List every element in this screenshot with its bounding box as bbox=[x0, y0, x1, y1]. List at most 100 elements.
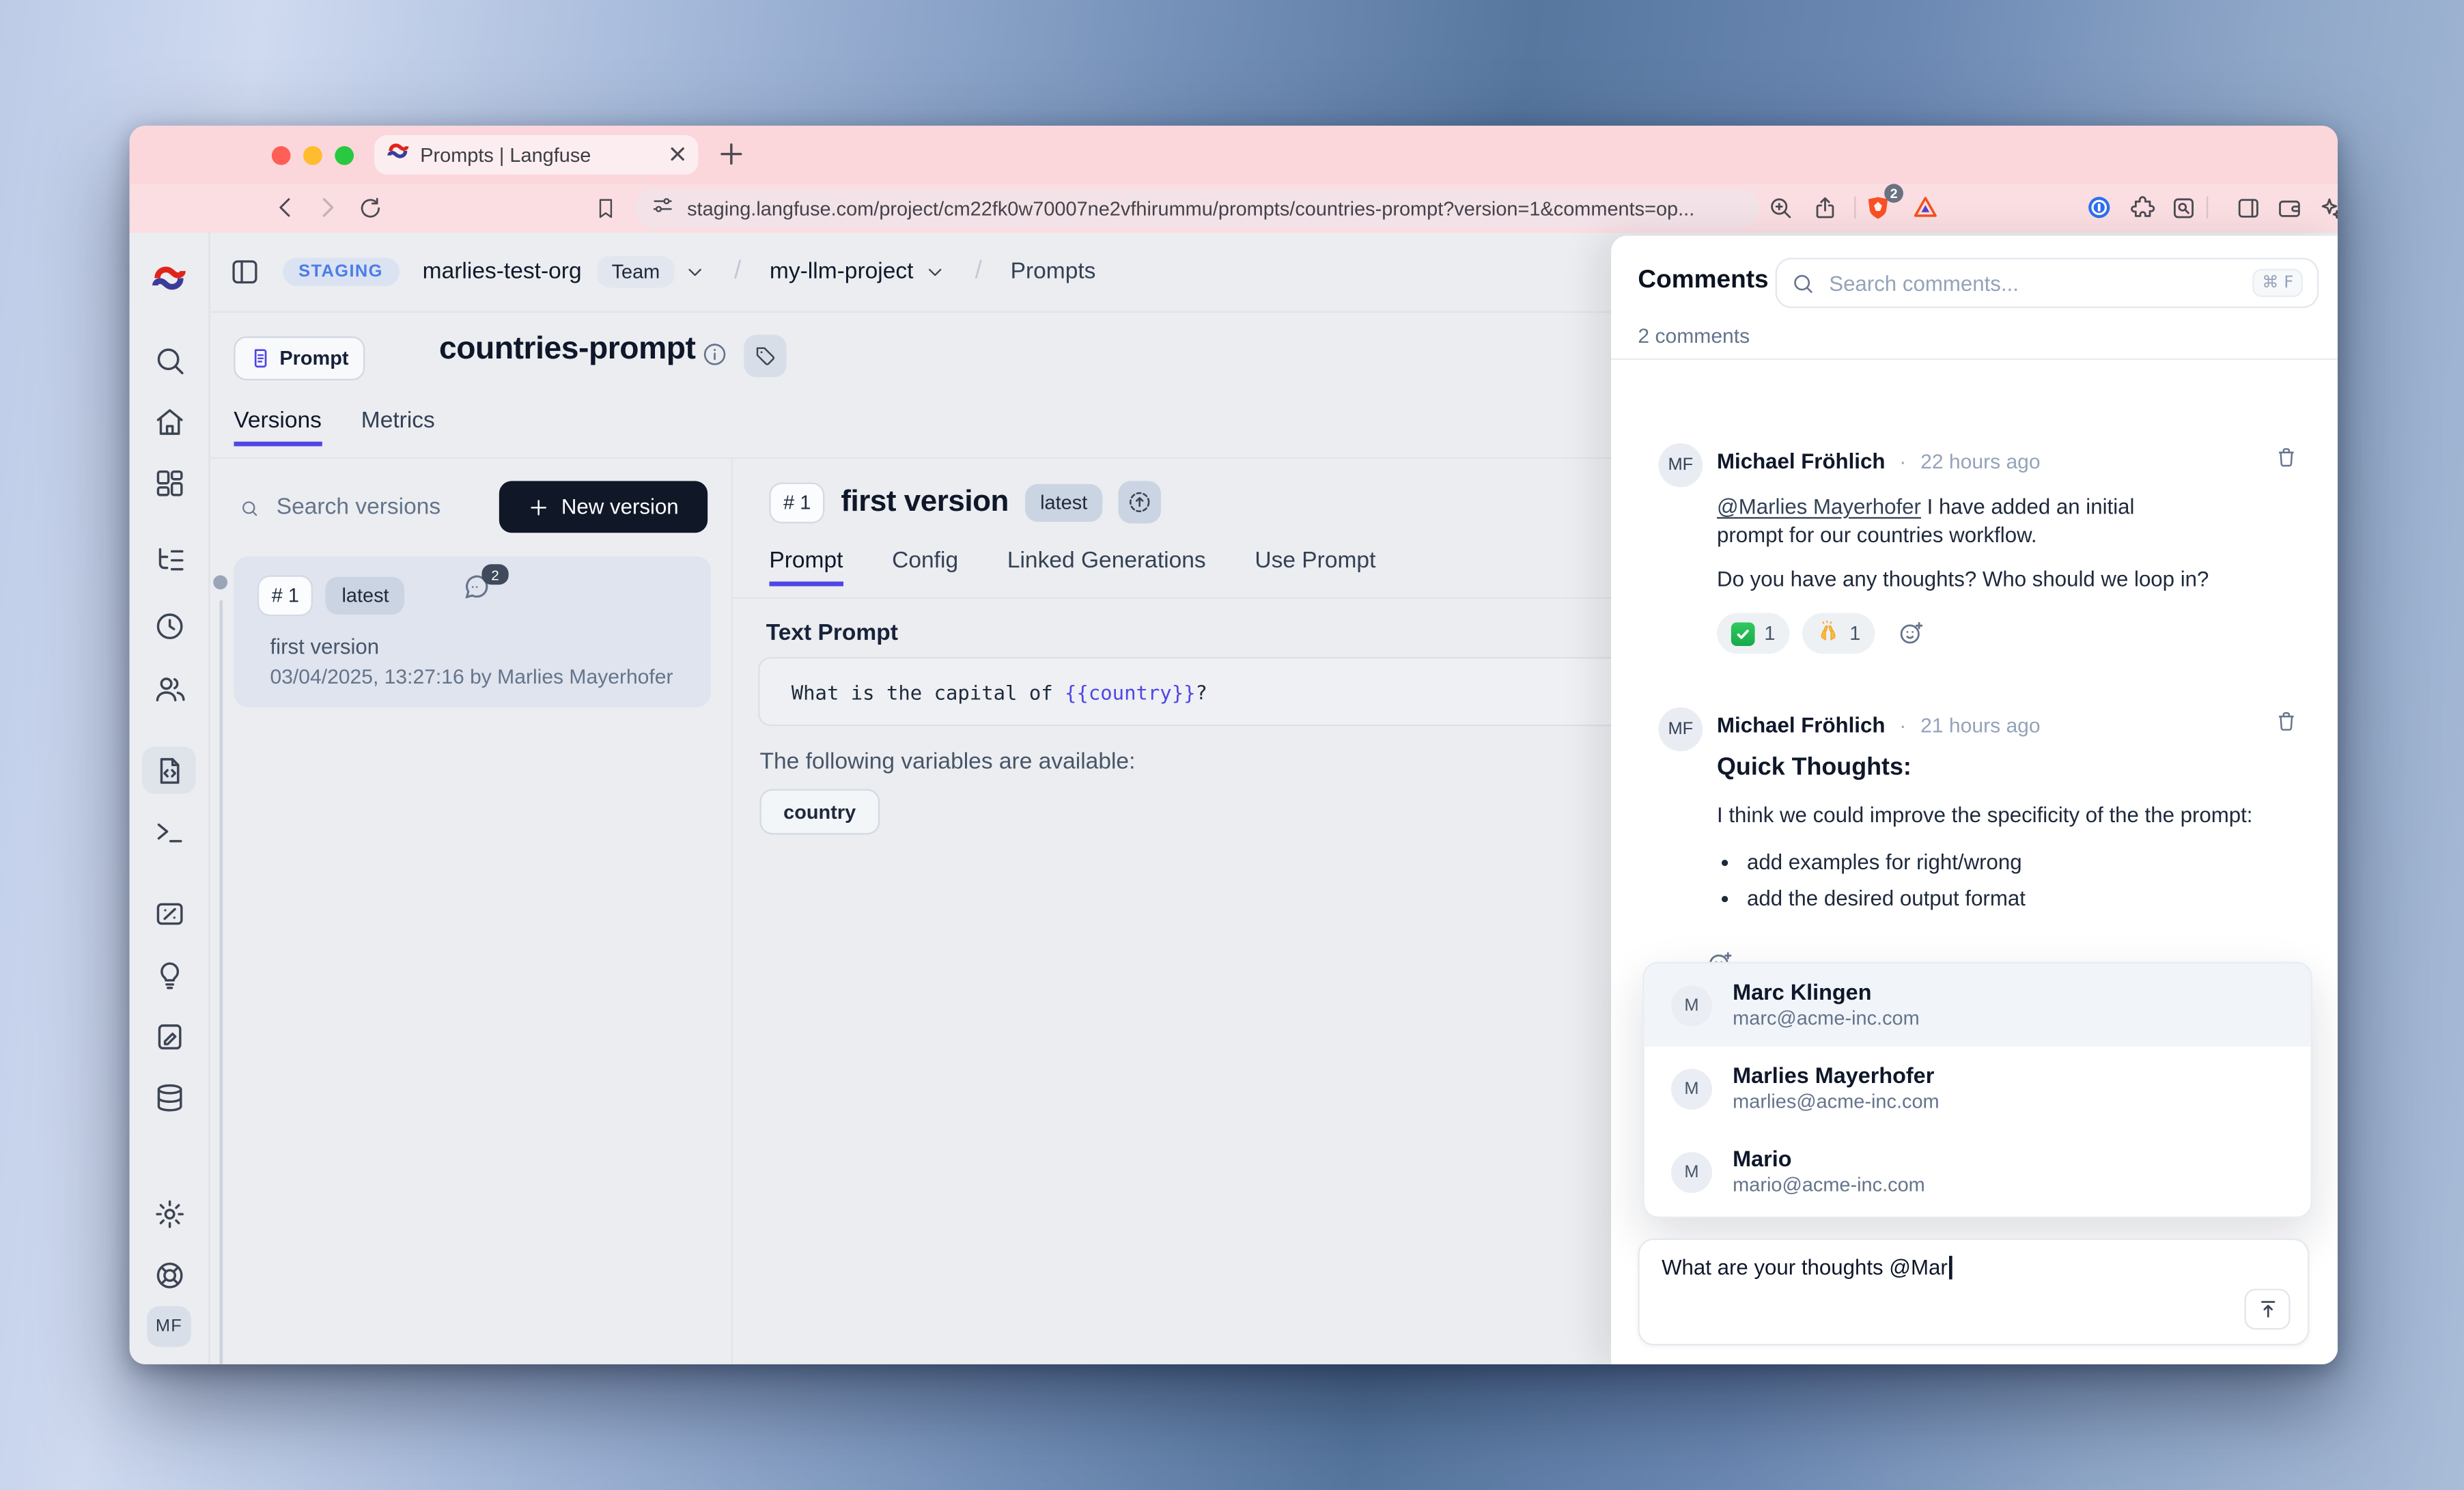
delete-comment-icon[interactable] bbox=[2274, 445, 2298, 477]
mention-option-mario[interactable]: M Mario mario@acme-inc.com bbox=[1644, 1130, 2311, 1213]
breadcrumb-org[interactable]: marlies-test-org bbox=[423, 259, 582, 285]
versions-search[interactable] bbox=[240, 494, 517, 522]
avatar: MF bbox=[1658, 443, 1703, 487]
brave-rewards-icon[interactable] bbox=[1908, 191, 1943, 225]
breadcrumb-section[interactable]: Prompts bbox=[1011, 259, 1096, 285]
detail-tabs: Prompt Config Linked Generations Use Pro… bbox=[769, 548, 1375, 586]
variable-chip[interactable]: country bbox=[759, 789, 879, 834]
delete-comment-icon[interactable] bbox=[2274, 709, 2298, 742]
datasets-icon[interactable] bbox=[142, 1073, 196, 1121]
support-icon[interactable] bbox=[142, 1251, 196, 1298]
page-title: countries-prompt bbox=[439, 332, 696, 368]
mention-name: Marc Klingen bbox=[1733, 979, 1920, 1006]
comments-search[interactable]: ⌘ F bbox=[1776, 257, 2319, 308]
versions-search-input[interactable] bbox=[273, 494, 516, 522]
search-icon[interactable] bbox=[142, 337, 196, 384]
comment-body: @Marlies Mayerhofer I have added an init… bbox=[1717, 494, 2207, 550]
tab-config[interactable]: Config bbox=[892, 548, 958, 586]
home-icon[interactable] bbox=[142, 397, 196, 445]
new-tab-button[interactable] bbox=[717, 140, 746, 176]
version-number-badge: # 1 bbox=[257, 575, 313, 616]
reload-icon[interactable] bbox=[352, 191, 387, 225]
site-settings-icon[interactable] bbox=[651, 193, 675, 224]
add-reaction-icon[interactable] bbox=[1896, 619, 1925, 647]
annotation-icon[interactable] bbox=[142, 1012, 196, 1059]
mention-email: marlies@acme-inc.com bbox=[1733, 1089, 1939, 1114]
tag-icon-button[interactable] bbox=[744, 335, 786, 377]
evaluation-icon[interactable] bbox=[142, 951, 196, 998]
leo-ai-icon[interactable] bbox=[2312, 191, 2338, 225]
share-icon[interactable] bbox=[1807, 191, 1842, 225]
playground-icon[interactable] bbox=[142, 808, 196, 855]
reaction-hands-pill[interactable]: 1 bbox=[1802, 613, 1875, 654]
window-minimize-button[interactable] bbox=[303, 146, 322, 165]
breadcrumb-project[interactable]: my-llm-project bbox=[770, 259, 914, 285]
comments-drawer: Comments ⌘ F 2 comments MF Michael Fröhl… bbox=[1611, 236, 2338, 1364]
comments-search-input[interactable] bbox=[1826, 270, 2242, 296]
tracing-icon[interactable] bbox=[142, 536, 196, 583]
toolbar-divider bbox=[2207, 197, 2208, 219]
settings-icon[interactable] bbox=[142, 1190, 196, 1237]
bookmark-icon[interactable] bbox=[587, 191, 622, 225]
dashboard-icon[interactable] bbox=[142, 459, 196, 506]
window-zoom-button[interactable] bbox=[335, 146, 354, 165]
prompts-icon[interactable] bbox=[142, 746, 196, 793]
comment-author: Michael Fröhlich bbox=[1717, 449, 1885, 473]
submit-comment-button[interactable] bbox=[2245, 1289, 2291, 1330]
mention-option-marc[interactable]: M Marc Klingen marc@acme-inc.com bbox=[1644, 964, 2311, 1047]
comment-text-2: Do you have any thoughts? Who should we … bbox=[1717, 566, 2238, 594]
promote-version-icon[interactable] bbox=[1119, 481, 1162, 523]
user-avatar[interactable]: MF bbox=[147, 1306, 191, 1347]
timeline-line bbox=[219, 600, 222, 1364]
forward-icon[interactable] bbox=[309, 191, 344, 225]
version-list-item[interactable]: # 1 latest 2 first version 03/04/2025, 1… bbox=[234, 557, 710, 707]
chevron-down-icon[interactable] bbox=[925, 261, 947, 283]
zoom-in-icon[interactable] bbox=[1763, 191, 1797, 225]
users-icon[interactable] bbox=[142, 665, 196, 712]
comments-count: 2 comments bbox=[1638, 324, 1750, 348]
sidebar-toggle-icon[interactable] bbox=[229, 256, 260, 287]
comment-input[interactable]: What are your thoughts @Mar bbox=[1638, 1239, 2309, 1346]
wallet-icon[interactable] bbox=[2271, 191, 2306, 225]
versions-panel: New version # 1 latest 2 first version 0… bbox=[208, 459, 733, 1364]
avatar: M bbox=[1671, 1151, 1712, 1192]
avatar: M bbox=[1671, 1068, 1712, 1109]
brave-shield-icon[interactable]: 2 bbox=[1861, 191, 1896, 225]
staging-badge: STAGING bbox=[283, 257, 399, 285]
tab-prompt[interactable]: Prompt bbox=[769, 548, 843, 586]
scores-icon[interactable] bbox=[142, 890, 196, 937]
reaction-check-pill[interactable]: 1 bbox=[1717, 613, 1789, 654]
tab-metrics[interactable]: Metrics bbox=[361, 408, 435, 446]
address-bar[interactable]: staging.langfuse.com/project/cm22fk0w700… bbox=[635, 188, 1760, 228]
raising-hands-emoji bbox=[1817, 619, 1840, 647]
password-manager-icon[interactable] bbox=[2082, 191, 2116, 225]
tab-linked-generations[interactable]: Linked Generations bbox=[1007, 548, 1206, 586]
tab-versions[interactable]: Versions bbox=[234, 408, 322, 446]
back-icon[interactable] bbox=[268, 191, 303, 225]
tab-close-icon[interactable] bbox=[670, 141, 686, 169]
chevron-down-icon[interactable] bbox=[684, 261, 705, 283]
url-text: staging.langfuse.com/project/cm22fk0w700… bbox=[687, 197, 1694, 219]
langfuse-logo[interactable] bbox=[142, 255, 196, 302]
prompt-type-badge: Prompt bbox=[234, 337, 364, 380]
mention-option-marlies[interactable]: M Marlies Mayerhofer marlies@acme-inc.co… bbox=[1644, 1047, 2311, 1130]
detail-version-badge: # 1 bbox=[769, 481, 825, 522]
extensions-icon[interactable] bbox=[2125, 191, 2159, 225]
info-icon[interactable] bbox=[701, 341, 728, 367]
comment-author: Michael Fröhlich bbox=[1717, 714, 1885, 737]
latest-badge: latest bbox=[326, 577, 404, 615]
comment-input-value[interactable]: What are your thoughts @Mar bbox=[1662, 1256, 1948, 1280]
sessions-icon[interactable] bbox=[142, 602, 196, 649]
sidebar-toggle-browser-icon[interactable] bbox=[2230, 191, 2265, 225]
comment-bubble-icon[interactable]: 2 bbox=[461, 572, 491, 610]
search-panel-icon[interactable] bbox=[2166, 191, 2200, 225]
org-role-badge: Team bbox=[598, 256, 674, 287]
prompt-variable: {{country}} bbox=[1065, 679, 1195, 703]
mention-link[interactable]: @Marlies Mayerhofer bbox=[1717, 495, 1921, 519]
window-close-button[interactable] bbox=[272, 146, 291, 165]
browser-tab[interactable]: Prompts | Langfuse bbox=[374, 135, 698, 175]
mention-dropdown: M Marc Klingen marc@acme-inc.com M Marli… bbox=[1642, 962, 2312, 1218]
new-version-button[interactable]: New version bbox=[499, 481, 708, 533]
tab-use-prompt[interactable]: Use Prompt bbox=[1255, 548, 1375, 586]
check-mark-emoji bbox=[1731, 621, 1755, 645]
